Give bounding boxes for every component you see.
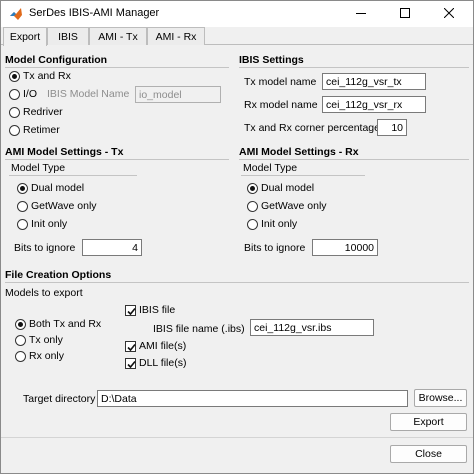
tab-ami-tx[interactable]: AMI - Tx (89, 27, 147, 45)
radio-retimer-label: Retimer (23, 124, 60, 136)
ibis-file-name-input[interactable]: cei_112g_vsr.ibs (250, 319, 374, 336)
tx-radio-dual-model[interactable] (17, 183, 28, 194)
file-creation-title: File Creation Options (5, 269, 112, 281)
radio-redriver-label: Redriver (23, 106, 63, 118)
tx-model-name-input[interactable]: cei_112g_vsr_tx (322, 73, 426, 90)
checkmark-icon (127, 343, 136, 352)
rx-getwave-only-label: GetWave only (261, 200, 327, 212)
rx-bits-to-ignore-input[interactable]: 10000 (312, 239, 378, 256)
ibis-model-name-input[interactable]: io_model (135, 86, 221, 103)
corner-percentage-input[interactable]: 10 (377, 119, 407, 136)
app-window: SerDes IBIS-AMI Manager Export IBIS AMI … (0, 0, 474, 474)
target-directory-label: Target directory (23, 393, 96, 405)
model-configuration-title: Model Configuration (5, 54, 108, 66)
ibis-settings-title: IBIS Settings (239, 54, 304, 66)
tab-ami-rx[interactable]: AMI - Rx (147, 27, 205, 45)
tx-radio-init-only[interactable] (17, 219, 28, 230)
target-directory-input[interactable]: D:\Data (97, 390, 408, 407)
ami-rx-divider (239, 159, 469, 160)
footer-divider (1, 437, 473, 438)
radio-io[interactable] (9, 89, 20, 100)
file-creation-divider (5, 282, 469, 283)
rx-radio-getwave-only[interactable] (247, 201, 258, 212)
model-configuration-divider (5, 67, 229, 68)
rx-dual-model-label: Dual model (261, 182, 315, 194)
window-title: SerDes IBIS-AMI Manager (29, 7, 160, 19)
ibis-model-name-label: IBIS Model Name (47, 88, 130, 100)
tab-export[interactable]: Export (3, 27, 47, 46)
ibis-file-checkbox[interactable] (125, 305, 136, 316)
rx-bits-to-ignore-label: Bits to ignore (244, 242, 306, 254)
tx-bits-to-ignore-input[interactable]: 4 (82, 239, 142, 256)
radio-both-tx-and-rx[interactable] (15, 319, 26, 330)
tab-strip: Export IBIS AMI - Tx AMI - Rx (1, 27, 473, 46)
ibis-settings-divider (239, 67, 469, 68)
ami-tx-model-type-label: Model Type (11, 162, 66, 174)
radio-redriver[interactable] (9, 107, 20, 118)
tx-init-only-label: Init only (31, 218, 68, 230)
ami-files-checkbox[interactable] (125, 341, 136, 352)
radio-tx-only-label: Tx only (29, 334, 63, 346)
close-window-button[interactable] (427, 1, 471, 27)
checkmark-icon (127, 360, 136, 369)
corner-percentage-label: Tx and Rx corner percentage (244, 122, 380, 134)
maximize-icon (400, 7, 410, 21)
matlab-app-icon (9, 7, 23, 21)
ibis-file-name-label: IBIS file name (.ibs) (153, 323, 245, 335)
tx-model-name-label: Tx model name (244, 76, 317, 88)
radio-rx-only-label: Rx only (29, 350, 65, 362)
ami-tx-model-type-divider (9, 175, 137, 176)
close-button[interactable]: Close (390, 445, 467, 463)
radio-tx-and-rx[interactable] (9, 71, 20, 82)
export-button[interactable]: Export (390, 413, 467, 431)
ami-files-label: AMI file(s) (139, 340, 187, 352)
checkmark-icon (127, 307, 136, 316)
minimize-button[interactable] (339, 1, 383, 27)
tab-ibis[interactable]: IBIS (47, 27, 89, 45)
dll-files-label: DLL file(s) (139, 357, 187, 369)
ibis-file-label: IBIS file (139, 304, 176, 316)
ami-rx-title: AMI Model Settings - Rx (239, 146, 359, 158)
radio-io-label: I/O (23, 88, 38, 100)
rx-init-only-label: Init only (261, 218, 298, 230)
rx-radio-dual-model[interactable] (247, 183, 258, 194)
ami-tx-title: AMI Model Settings - Tx (5, 146, 124, 158)
rx-model-name-label: Rx model name (244, 99, 318, 111)
title-bar: SerDes IBIS-AMI Manager (1, 1, 473, 27)
dll-files-checkbox[interactable] (125, 358, 136, 369)
radio-both-tx-and-rx-label: Both Tx and Rx (29, 318, 102, 330)
ami-rx-model-type-divider (241, 175, 365, 176)
radio-retimer[interactable] (9, 125, 20, 136)
maximize-button[interactable] (383, 1, 427, 27)
ami-rx-model-type-label: Model Type (243, 162, 298, 174)
rx-model-name-input[interactable]: cei_112g_vsr_rx (322, 96, 426, 113)
models-to-export-label: Models to export (5, 287, 83, 299)
radio-tx-and-rx-label: Tx and Rx (23, 70, 71, 82)
minimize-icon (356, 8, 366, 21)
tx-dual-model-label: Dual model (31, 182, 85, 194)
tx-bits-to-ignore-label: Bits to ignore (14, 242, 76, 254)
browse-button[interactable]: Browse... (414, 389, 467, 407)
close-icon (443, 7, 455, 21)
tx-radio-getwave-only[interactable] (17, 201, 28, 212)
radio-tx-only[interactable] (15, 335, 26, 346)
tx-getwave-only-label: GetWave only (31, 200, 97, 212)
ami-tx-divider (5, 159, 229, 160)
rx-radio-init-only[interactable] (247, 219, 258, 230)
radio-rx-only[interactable] (15, 351, 26, 362)
